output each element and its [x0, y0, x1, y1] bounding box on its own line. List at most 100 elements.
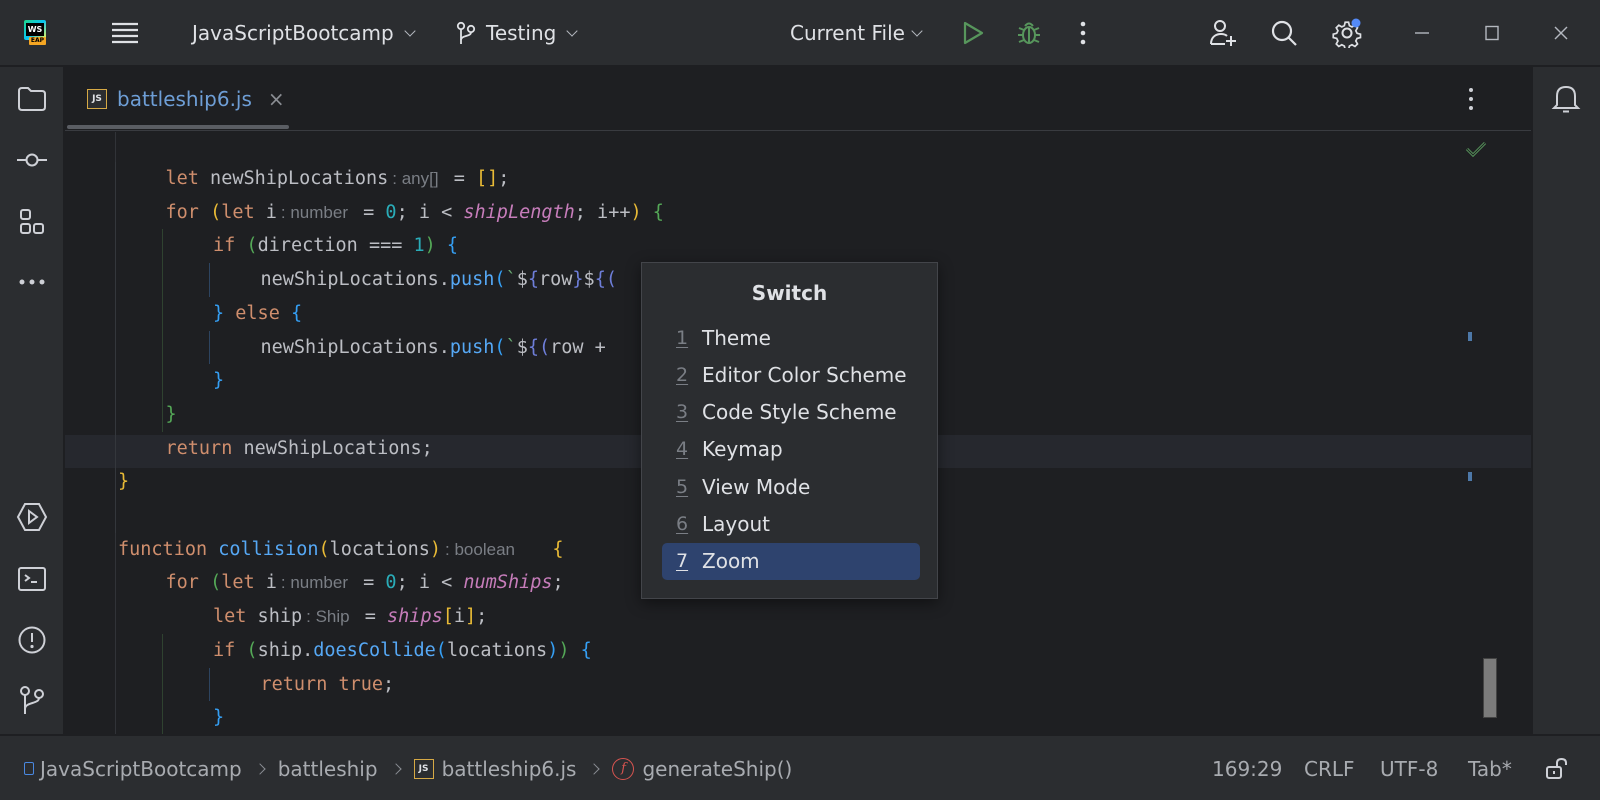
- switch-item-editor-color-scheme[interactable]: 2 Editor Color Scheme: [662, 356, 920, 393]
- scroll-marker[interactable]: [1468, 472, 1472, 481]
- file-encoding[interactable]: UTF-8: [1380, 736, 1438, 800]
- webstorm-logo-icon: WS EAP: [24, 20, 50, 46]
- mnemonic-number: 6: [676, 513, 689, 535]
- code-token: 0: [385, 201, 397, 223]
- code-token: }: [165, 403, 177, 425]
- tab-actions-button[interactable]: [1461, 85, 1481, 113]
- code-line[interactable]: for (let i: number = 0; i < shipLength; …: [166, 196, 664, 229]
- ok-check-icon[interactable]: [1465, 140, 1487, 158]
- settings-button[interactable]: [1332, 0, 1362, 66]
- branch-selector[interactable]: Testing: [456, 0, 578, 66]
- project-selector[interactable]: JavaScriptBootcamp: [192, 0, 416, 66]
- debug-button[interactable]: [1016, 0, 1042, 66]
- switch-item-theme[interactable]: 1 Theme: [662, 319, 920, 356]
- js-file-icon: JS: [413, 758, 434, 779]
- code-line[interactable]: }: [118, 465, 129, 498]
- indent-guide: [209, 330, 210, 365]
- run-config-selector[interactable]: Current File: [790, 0, 923, 66]
- switch-item-label: Keymap: [702, 437, 783, 462]
- switch-item-label: Editor Color Scheme: [702, 362, 907, 387]
- logo-text: WS: [26, 23, 44, 36]
- code-token: }: [213, 302, 225, 324]
- code-with-me-button[interactable]: [1208, 0, 1238, 66]
- close-window-button[interactable]: [1553, 0, 1569, 66]
- code-token: [: [442, 606, 454, 628]
- code-line[interactable]: let ship: Ship = ships[i];: [213, 600, 487, 633]
- indent-guide: [209, 667, 210, 702]
- caret-position[interactable]: 169:29: [1212, 736, 1282, 800]
- switch-item-code-style-scheme[interactable]: 3 Code Style Scheme: [662, 394, 920, 431]
- structure-tool-button[interactable]: [16, 206, 48, 238]
- code-line[interactable]: let newShipLocations: any[] = [];: [166, 162, 510, 195]
- tab-close-icon[interactable]: ×: [268, 87, 285, 111]
- type-hint: : Ship: [306, 607, 350, 627]
- more-actions-button[interactable]: [1080, 0, 1086, 66]
- switch-item-view-mode[interactable]: 5 View Mode: [662, 468, 920, 505]
- services-tool-button[interactable]: [16, 501, 48, 533]
- commit-tool-button[interactable]: [16, 144, 48, 176]
- vertical-scrollbar[interactable]: [1483, 658, 1497, 718]
- code-token: shipLength: [463, 201, 575, 223]
- problems-tool-button[interactable]: [16, 624, 48, 656]
- tab-battleship6-js[interactable]: JS battleship6.js ×: [87, 83, 285, 115]
- code-line[interactable]: return newShipLocations;: [166, 432, 433, 465]
- code-token: {: [652, 201, 664, 223]
- code-line[interactable]: if (ship.doesCollide(locations)) {: [213, 634, 592, 667]
- code-line[interactable]: function collision(locations): boolean {: [118, 533, 564, 566]
- scroll-marker[interactable]: [1468, 332, 1472, 341]
- chevron-right-icon: [588, 762, 601, 775]
- line-separator[interactable]: CRLF: [1304, 736, 1355, 800]
- code-line[interactable]: }: [213, 364, 224, 397]
- minimize-icon: [1415, 32, 1429, 34]
- mnemonic-number: 3: [676, 401, 689, 424]
- read-only-toggle[interactable]: [1545, 736, 1569, 800]
- code-token: doesCollide: [313, 639, 436, 661]
- chevron-right-icon: [389, 762, 402, 775]
- run-icon: [963, 21, 984, 45]
- switch-item-zoom[interactable]: 7 Zoom: [662, 542, 920, 580]
- type-hint: : number: [280, 573, 348, 593]
- more-tools-button[interactable]: [16, 266, 48, 298]
- terminal-tool-button[interactable]: [16, 563, 48, 595]
- indent-guide: [162, 633, 163, 734]
- code-token: 1: [413, 235, 425, 257]
- chevron-right-icon: [254, 762, 266, 775]
- switch-item-layout[interactable]: 6 Layout: [662, 506, 920, 543]
- minimize-button[interactable]: [1414, 0, 1430, 66]
- maximize-button[interactable]: [1484, 0, 1500, 66]
- project-tool-button[interactable]: [16, 83, 48, 115]
- indent-guide: [162, 229, 163, 432]
- main-menu-button[interactable]: [111, 0, 139, 66]
- code-line[interactable]: return true;: [261, 668, 395, 701]
- code-token: (: [318, 538, 330, 560]
- run-button[interactable]: [962, 0, 984, 66]
- notifications-button[interactable]: [1551, 83, 1581, 115]
- breadcrumb-folder[interactable]: battleship: [278, 757, 378, 781]
- breadcrumb-function[interactable]: generateShip(): [642, 757, 792, 781]
- mnemonic-number: 2: [676, 363, 689, 386]
- code-line[interactable]: if (direction === 1) {: [213, 229, 458, 262]
- code-line[interactable]: newShipLocations.push(`${(row +: [261, 331, 606, 364]
- mnemonic-number: 5: [676, 475, 689, 498]
- code-line[interactable]: }: [166, 398, 177, 431]
- code-token: ; i++: [574, 201, 631, 223]
- code-line[interactable]: newShipLocations.push(`${row}${(: [261, 263, 617, 296]
- search-everywhere-button[interactable]: [1270, 0, 1298, 66]
- code-line[interactable]: } else {: [213, 297, 302, 330]
- code-token: let: [165, 168, 199, 189]
- git-tool-button[interactable]: [16, 684, 48, 716]
- indent-setting[interactable]: Tab*: [1468, 736, 1512, 800]
- code-line[interactable]: for (let i: number = 0; i < numShips;: [166, 566, 564, 599]
- tab-scrollbar[interactable]: [67, 125, 289, 129]
- switch-item-keymap[interactable]: 4 Keymap: [662, 431, 920, 468]
- breadcrumb-file[interactable]: battleship6.js: [442, 757, 577, 781]
- breadcrumb-project[interactable]: JavaScriptBootcamp: [40, 757, 242, 781]
- code-line[interactable]: }: [213, 701, 224, 734]
- code-token: newShipLocations: [198, 168, 389, 189]
- app-logo[interactable]: WS EAP: [24, 0, 50, 66]
